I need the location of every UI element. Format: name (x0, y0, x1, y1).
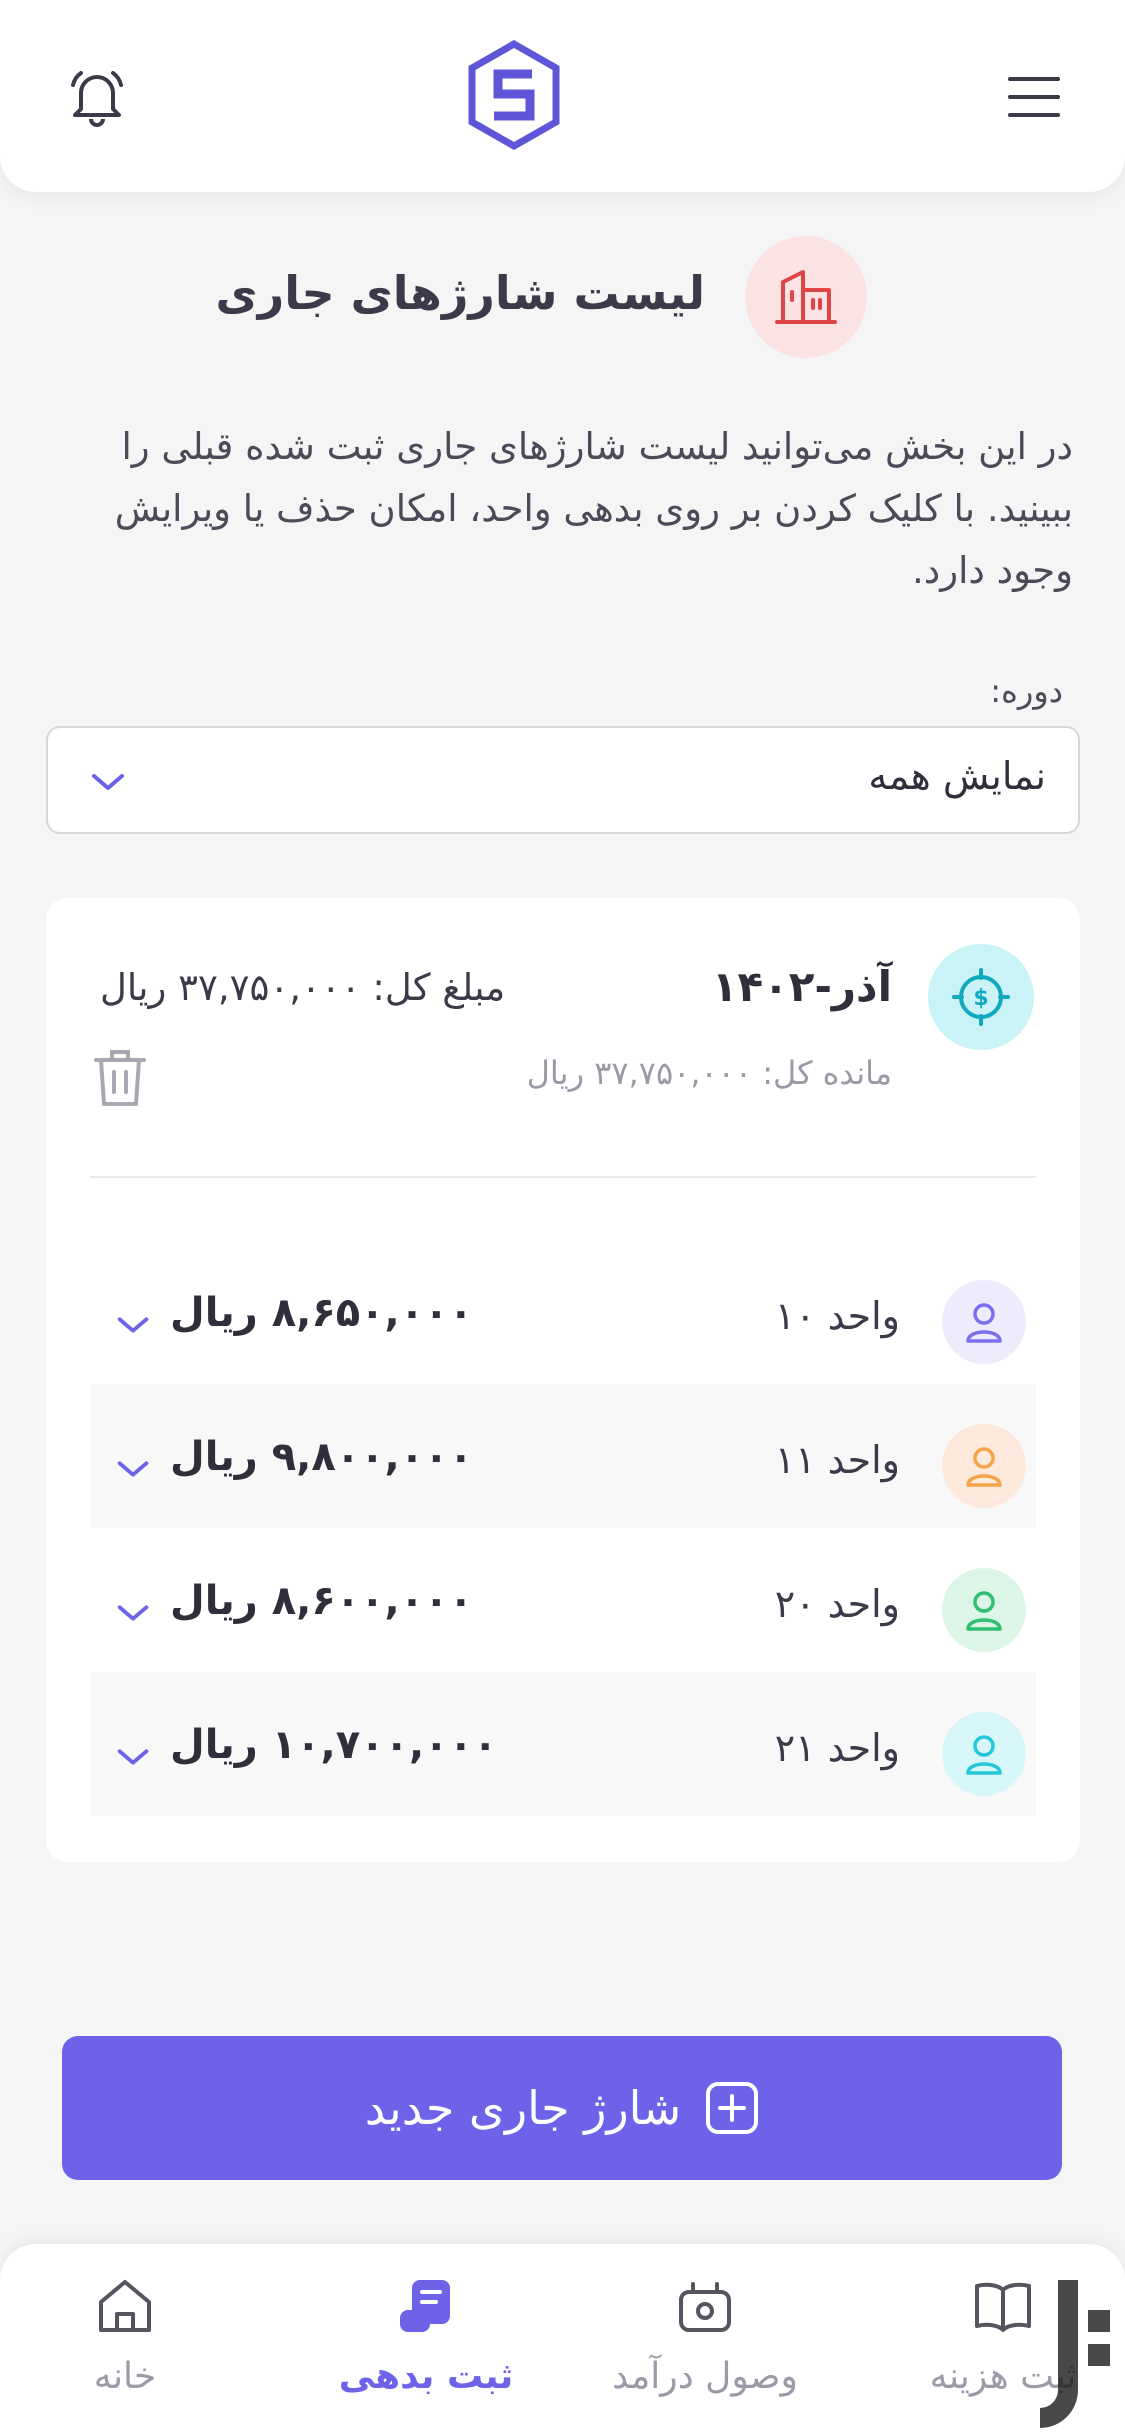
app-logo[interactable] (468, 39, 560, 151)
total-amount: مبلغ کل: ۳۷,۷۵۰,۰۰۰ ریال (100, 966, 506, 1009)
page-description: در این بخش می‌توانید لیست شارژهای جاری ث… (114, 425, 1073, 592)
dollar-target-icon: $ (928, 944, 1034, 1050)
nav-label: ثبت بدهی (338, 2356, 514, 2397)
nav-item-home[interactable]: خانه (25, 2244, 225, 2436)
chevron-down-icon (92, 774, 124, 790)
nav-item-debt[interactable]: ثبت بدهی (301, 2244, 551, 2436)
hamburger-menu-icon[interactable] (989, 52, 1079, 142)
period-name[interactable]: آذر-۱۴۰۲ (712, 962, 892, 1011)
bottom-nav: ثبت هزینه وصول درآمد ثبت بدهی خانه (0, 2244, 1125, 2436)
unit-row[interactable]: واحد ۱۰ ۸,۶۵۰,۰۰۰ ریال (90, 1240, 1036, 1384)
trash-icon[interactable] (92, 1048, 148, 1108)
bell-icon[interactable] (52, 52, 142, 142)
unit-amount: ۹,۸۰۰,۰۰۰ ریال (170, 1434, 473, 1480)
nav-item-income[interactable]: وصول درآمد (571, 2244, 839, 2436)
period-filter-label: دوره: (990, 672, 1063, 710)
plus-square-icon (706, 2082, 759, 2134)
store-watermark-logo (1040, 2280, 1110, 2428)
card-divider (90, 1176, 1036, 1178)
home-icon (99, 2280, 151, 2332)
page-title: لیست شارژهای جاری (215, 266, 705, 320)
nav-label: خانه (93, 2356, 157, 2397)
nav-label: وصول درآمد (612, 2356, 798, 2397)
new-charge-button-label: شارژ جاری جدید (364, 2081, 682, 2135)
chevron-down-icon (117, 1317, 149, 1333)
cash-register-icon (679, 2282, 731, 2332)
unit-row[interactable]: واحد ۱۱ ۹,۸۰۰,۰۰۰ ریال (90, 1384, 1036, 1528)
period-select-value: نمایش همه (868, 754, 1046, 798)
user-icon (942, 1280, 1026, 1364)
user-icon (942, 1568, 1026, 1652)
period-select[interactable]: نمایش همه (46, 726, 1080, 834)
user-icon (942, 1424, 1026, 1508)
user-icon (942, 1712, 1026, 1796)
new-charge-button[interactable]: شارژ جاری جدید (62, 2036, 1062, 2180)
chevron-down-icon (117, 1605, 149, 1621)
unit-name: واحد ۲۰ (774, 1582, 900, 1626)
svg-text:$: $ (973, 986, 988, 1011)
unit-name: واحد ۲۱ (774, 1726, 900, 1770)
remaining-amount: مانده کل: ۳۷,۷۵۰,۰۰۰ ریال (526, 1054, 892, 1092)
unit-amount: ۸,۶۵۰,۰۰۰ ریال (170, 1290, 473, 1336)
unit-row[interactable]: واحد ۲۰ ۸,۶۰۰,۰۰۰ ریال (90, 1528, 1036, 1672)
charge-card: $ آذر-۱۴۰۲ مبلغ کل: ۳۷,۷۵۰,۰۰۰ ریال ماند… (46, 898, 1080, 1862)
unit-name: واحد ۱۱ (774, 1438, 900, 1482)
title-row: لیست شارژهای جاری (0, 236, 1125, 360)
unit-name: واحد ۱۰ (774, 1294, 900, 1338)
chevron-down-icon (117, 1749, 149, 1765)
unit-amount: ۱۰,۷۰۰,۰۰۰ ریال (170, 1722, 498, 1768)
building-icon (745, 236, 867, 358)
unit-amount: ۸,۶۰۰,۰۰۰ ریال (170, 1578, 473, 1624)
chevron-down-icon (117, 1461, 149, 1477)
top-header (0, 0, 1125, 192)
scroll-icon (400, 2280, 450, 2332)
unit-row[interactable]: واحد ۲۱ ۱۰,۷۰۰,۰۰۰ ریال (90, 1672, 1036, 1816)
